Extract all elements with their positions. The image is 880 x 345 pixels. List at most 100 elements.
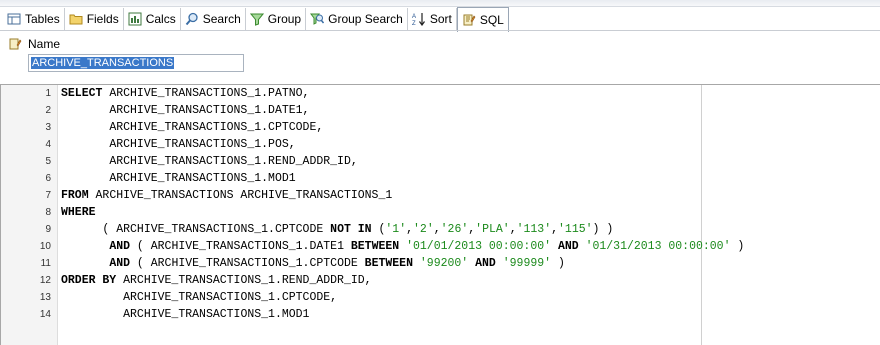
sql-string-literal: '2' — [413, 223, 434, 236]
sql-text: ARCHIVE_TRANSACTIONS_1.REND_ADDR_ID, — [109, 155, 358, 168]
tab-calcs-label: Calcs — [145, 12, 176, 26]
code-text: AND ( ARCHIVE_TRANSACTIONS_1.CPTCODE BET… — [61, 255, 565, 272]
line-number: 14 — [39, 309, 51, 320]
sql-editor[interactable]: 1 SELECT ARCHIVE_TRANSACTIONS_1.PATNO, 2 A… — [0, 84, 880, 345]
code-text: ARCHIVE_TRANSACTIONS_1.MOD1 — [61, 170, 296, 187]
tab-tables-label: Tables — [25, 12, 60, 26]
code-text: AND ( ARCHIVE_TRANSACTIONS_1.DATE1 BETWE… — [61, 238, 744, 255]
sql-text: ARCHIVE_TRANSACTIONS ARCHIVE_TRANSACTION… — [88, 189, 393, 202]
sql-keyword: BETWEEN — [364, 257, 413, 270]
group-filter-icon — [249, 12, 264, 26]
tab-group-search-label: Group Search — [328, 12, 403, 26]
line-number: 13 — [39, 292, 51, 303]
line-number: 11 — [40, 258, 51, 269]
sql-keyword: SELECT — [61, 87, 103, 100]
tab-fields-label: Fields — [86, 12, 119, 26]
sql-string-literal: 'PLA' — [475, 223, 510, 236]
sql-keyword: NOT IN — [330, 223, 372, 236]
line-number: 12 — [39, 275, 51, 286]
sql-string-literal: '26' — [440, 223, 469, 236]
sql-string-literal: '01/31/2013 00:00:00' — [585, 240, 731, 253]
tab-fields[interactable]: Fields — [65, 8, 124, 30]
tab-sql[interactable]: SQL — [456, 7, 509, 32]
sql-text: , — [509, 223, 517, 236]
sql-text: ARCHIVE_TRANSACTIONS_1.PATNO, — [102, 87, 310, 100]
sql-string-literal: '01/01/2013 00:00:00' — [406, 240, 552, 253]
sql-keyword: AND — [109, 240, 131, 253]
name-section: Name — [8, 37, 60, 51]
code-text: SELECT ARCHIVE_TRANSACTIONS_1.PATNO, — [61, 85, 309, 102]
name-tag-icon — [8, 37, 22, 51]
tab-group-label: Group — [267, 12, 302, 26]
sql-keyword: AND — [557, 240, 579, 253]
sql-keyword: ORDER BY — [61, 274, 117, 287]
code-text: ARCHIVE_TRANSACTIONS_1.CPTCODE, — [61, 289, 337, 306]
sql-string-literal: '115' — [558, 223, 593, 236]
sort-az-icon: AZ — [412, 12, 426, 27]
tables-icon — [7, 12, 21, 26]
sql-keyword: BETWEEN — [350, 240, 400, 253]
line-number: 10 — [39, 241, 51, 252]
line-number: 8 — [45, 207, 51, 218]
sql-icon — [462, 13, 476, 27]
line-number: 3 — [45, 122, 51, 133]
line-number: 2 — [45, 105, 51, 116]
sql-text: ) ) — [592, 223, 614, 236]
code-text: ARCHIVE_TRANSACTIONS_1.REND_ADDR_ID, — [61, 153, 358, 170]
tab-group-search[interactable]: Group Search — [306, 8, 408, 30]
line-number: 7 — [45, 190, 51, 201]
sql-string-literal: '1' — [385, 223, 407, 236]
code-text: ORDER BY ARCHIVE_TRANSACTIONS_1.REND_ADD… — [61, 272, 372, 289]
tab-sort[interactable]: AZ Sort — [408, 8, 457, 30]
calcs-icon — [128, 12, 142, 26]
sql-text: ) — [551, 257, 565, 270]
sql-keyword: AND — [109, 257, 131, 270]
tab-strip: Tables Fields Calcs Search Group Group S… — [0, 7, 509, 32]
tab-tables[interactable]: Tables — [0, 8, 65, 30]
name-label: Name — [28, 37, 61, 51]
search-icon — [185, 12, 199, 26]
svg-text:A: A — [412, 14, 416, 20]
svg-text:Z: Z — [412, 21, 416, 26]
tab-group[interactable]: Group — [246, 8, 307, 30]
tab-search-label: Search — [202, 12, 241, 26]
sql-keyword: FROM — [61, 189, 89, 202]
sql-text: , — [551, 223, 559, 236]
toolbar-top-strip — [0, 0, 880, 7]
tab-sql-label: SQL — [479, 13, 504, 27]
sql-text: ( — [371, 223, 386, 236]
code-text: FROM ARCHIVE_TRANSACTIONS ARCHIVE_TRANSA… — [61, 187, 392, 204]
sql-text: ARCHIVE_TRANSACTIONS_1.POS, — [109, 138, 296, 151]
name-field[interactable]: ARCHIVE_TRANSACTIONS — [28, 54, 244, 72]
sql-text: ( ARCHIVE_TRANSACTIONS_1.CPTCODE — [130, 257, 365, 270]
code-text: ARCHIVE_TRANSACTIONS_1.POS, — [61, 136, 296, 153]
sql-text: ) — [730, 240, 745, 253]
sql-text: ( ARCHIVE_TRANSACTIONS_1.DATE1 — [130, 240, 351, 253]
code-text: ARCHIVE_TRANSACTIONS_1.CPTCODE, — [61, 119, 323, 136]
code-text: WHERE — [61, 204, 96, 221]
sql-text: ( ARCHIVE_TRANSACTIONS_1.CPTCODE — [102, 223, 331, 236]
query-toolbar: Tables Fields Calcs Search Group Group S… — [0, 0, 880, 32]
code-text: ARCHIVE_TRANSACTIONS_1.MOD1 — [61, 306, 309, 323]
sql-text: , — [433, 223, 441, 236]
line-number: 5 — [45, 156, 51, 167]
sql-keyword: WHERE — [61, 206, 96, 219]
sql-keyword: AND — [475, 257, 496, 270]
tab-search[interactable]: Search — [181, 8, 246, 30]
line-number: 6 — [45, 173, 51, 184]
sql-text: ARCHIVE_TRANSACTIONS_1.MOD1 — [109, 172, 296, 185]
fields-folder-icon — [69, 12, 83, 26]
sql-string-literal: '99200' — [419, 257, 469, 270]
name-field-value: ARCHIVE_TRANSACTIONS — [31, 57, 175, 69]
tab-calcs[interactable]: Calcs — [124, 8, 181, 30]
sql-text: ARCHIVE_TRANSACTIONS_1.CPTCODE, — [109, 121, 324, 134]
tab-sort-label: Sort — [429, 12, 452, 26]
toolbar-divider — [0, 30, 880, 31]
sql-text: ARCHIVE_TRANSACTIONS_1.CPTCODE, — [123, 291, 338, 304]
code-text: ( ARCHIVE_TRANSACTIONS_1.CPTCODE NOT IN … — [61, 221, 613, 238]
sql-string-literal: '113' — [516, 223, 552, 236]
